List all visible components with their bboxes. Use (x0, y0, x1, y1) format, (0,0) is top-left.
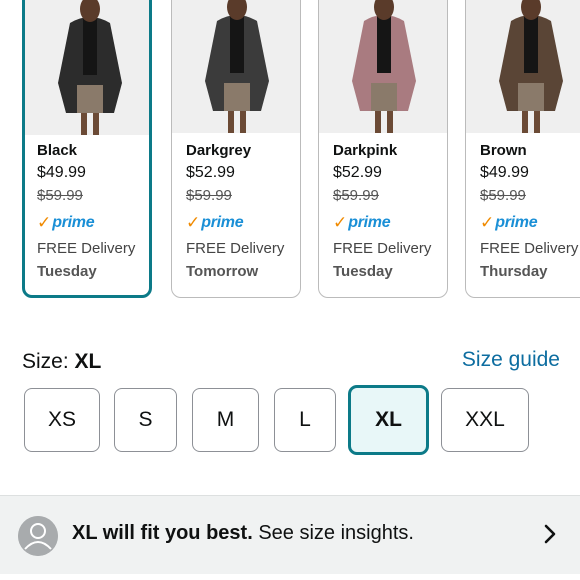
prime-check-icon: ✓ (186, 213, 201, 232)
delivery-day: Tuesday (333, 263, 393, 280)
size-selected-value: XL (74, 350, 102, 373)
size-guide-link[interactable]: Size guide (462, 348, 560, 372)
color-variant-carousel: Black $49.99 $59.99 ✓ prime FREE Deliver… (0, 0, 580, 310)
delivery-label: FREE Delivery (333, 240, 432, 257)
prime-badge: ✓ prime (37, 212, 145, 234)
size-insights-banner[interactable]: XL will fit you best. See size insights. (0, 495, 580, 574)
variant-price: $49.99 (37, 164, 86, 181)
variant-card-darkpink[interactable]: Darkpink $52.99 $59.99 ✓ prime FREE Deli… (318, 0, 448, 298)
size-label: Size: (22, 350, 75, 373)
prime-label: prime (52, 214, 95, 231)
variant-color-name: Darkgrey (186, 142, 252, 159)
prime-label: prime (201, 214, 244, 231)
size-insights-text: XL will fit you best. See size insights. (72, 522, 414, 545)
size-option-xs[interactable]: XS (24, 388, 100, 452)
variant-color-name: Black (37, 142, 78, 159)
variant-image (25, 0, 149, 135)
user-avatar-icon (18, 516, 58, 556)
delivery-label: FREE Delivery (37, 240, 136, 257)
variant-list-price: $59.99 (37, 187, 83, 204)
size-option-l[interactable]: L (274, 388, 336, 452)
delivery-day: Thursday (480, 263, 548, 280)
size-option-m[interactable]: M (192, 388, 259, 452)
variant-color-name: Darkpink (333, 142, 398, 159)
variant-list-price: $59.99 (480, 187, 526, 204)
variant-image (172, 0, 300, 133)
size-insights-link-text: See size insights. (252, 522, 414, 544)
prime-label: prime (348, 214, 391, 231)
delivery-day: Tomorrow (186, 263, 259, 280)
prime-check-icon: ✓ (480, 213, 495, 232)
variant-list-price: $59.99 (186, 187, 232, 204)
delivery-label: FREE Delivery (186, 240, 285, 257)
prime-badge: ✓ prime (186, 212, 296, 234)
delivery-label: FREE Delivery (480, 240, 579, 257)
variant-card-darkgrey[interactable]: Darkgrey $52.99 $59.99 ✓ prime FREE Deli… (171, 0, 301, 298)
prime-check-icon: ✓ (37, 213, 52, 232)
variant-image (466, 0, 580, 133)
variant-card-brown[interactable]: Brown $49.99 $59.99 ✓ prime FREE Deliver… (465, 0, 580, 298)
size-option-xxl[interactable]: XXL (441, 388, 529, 452)
variant-list-price: $59.99 (333, 187, 379, 204)
prime-badge: ✓ prime (480, 212, 580, 234)
size-option-s[interactable]: S (114, 388, 177, 452)
variant-card-black[interactable]: Black $49.99 $59.99 ✓ prime FREE Deliver… (22, 0, 152, 298)
variant-price: $52.99 (333, 164, 382, 181)
variant-price: $49.99 (480, 164, 529, 181)
chevron-right-icon[interactable] (538, 522, 562, 546)
size-heading: Size: XL (22, 350, 101, 374)
size-option-xl[interactable]: XL (348, 385, 429, 455)
variant-price: $52.99 (186, 164, 235, 181)
variant-image (319, 0, 447, 133)
prime-badge: ✓ prime (333, 212, 443, 234)
delivery-day: Tuesday (37, 263, 97, 280)
fit-recommendation: XL will fit you best. (72, 522, 253, 544)
prime-label: prime (495, 214, 538, 231)
variant-color-name: Brown (480, 142, 527, 159)
prime-check-icon: ✓ (333, 213, 348, 232)
